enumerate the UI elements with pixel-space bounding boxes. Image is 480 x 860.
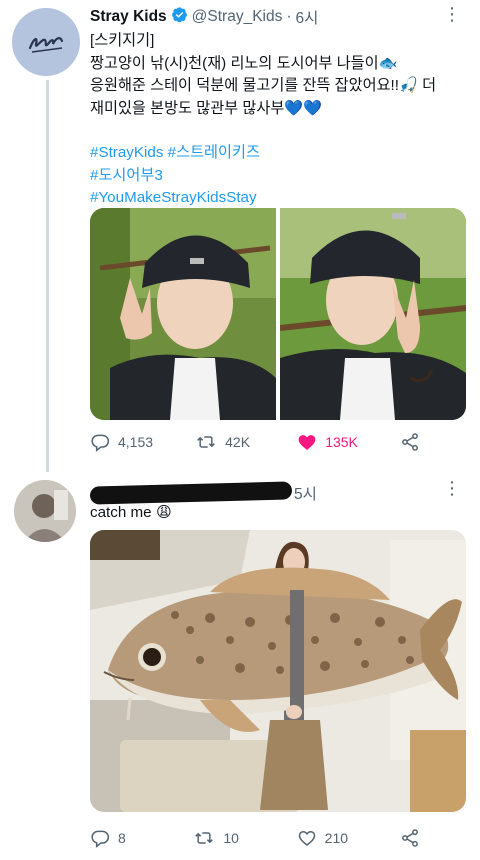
- retweet-button[interactable]: 10: [193, 828, 253, 848]
- separator-dot: ·: [286, 8, 292, 25]
- avatar-stray-kids[interactable]: [12, 8, 80, 76]
- reply-button[interactable]: 4,153: [90, 432, 153, 452]
- photo-left[interactable]: [90, 208, 276, 420]
- handle[interactable]: @Stray_Kids: [192, 8, 283, 26]
- like-button[interactable]: 210: [297, 828, 357, 848]
- tweet-header: Stray Kids @Stray_Kids · 6시: [90, 6, 318, 28]
- hashtag-link[interactable]: #도시어부3: [90, 165, 458, 188]
- hashtag-link[interactable]: #StrayKids #스트레이키즈: [90, 142, 458, 165]
- heart-filled-icon: [298, 435, 316, 450]
- tweet-line: 응원해준 스테이 덕분에 물고기를 잔뜩 잡았어요!!🎣 더: [90, 77, 437, 94]
- tweet-header: 5시: [89, 481, 317, 505]
- retweet-count: 10: [223, 830, 239, 846]
- retweet-icon: [195, 832, 214, 844]
- skz-logo-icon: [28, 37, 64, 53]
- reply-button[interactable]: 8: [90, 828, 150, 848]
- share-button[interactable]: [400, 432, 420, 452]
- like-button[interactable]: 135K: [297, 432, 358, 452]
- share-icon: [402, 829, 418, 847]
- like-count: 135K: [325, 434, 358, 450]
- share-button[interactable]: [400, 828, 420, 848]
- share-icon: [402, 433, 418, 451]
- tweet-time[interactable]: 5시: [294, 482, 317, 504]
- avatar-reply-user[interactable]: [14, 480, 76, 542]
- tweet-line: 재미있을 본방도 많관부 많사부💙💙: [90, 99, 323, 117]
- tweet-stray-kids[interactable]: Stray Kids @Stray_Kids · 6시 ⋮ [스키지기] 짱고양…: [0, 0, 480, 472]
- heart-outline-icon: [298, 830, 315, 847]
- tweet-media-photo[interactable]: [90, 530, 466, 812]
- like-count: 210: [324, 830, 349, 846]
- retweet-count: 42K: [225, 434, 251, 450]
- tweet-line: [스키지기]: [90, 32, 155, 49]
- photo-right[interactable]: [280, 208, 466, 420]
- tweet-media-grid[interactable]: [90, 208, 466, 420]
- hashtag-link[interactable]: #YouMakeStrayKidsStay: [90, 187, 458, 210]
- reply-icon: [91, 434, 110, 452]
- display-name[interactable]: Stray Kids: [90, 8, 167, 26]
- reply-icon: [91, 830, 110, 848]
- reply-count: 8: [118, 830, 126, 846]
- tweet-line: 짱고양이 낚(시)천(재) 리노의 도시어부 나들이🐟: [90, 54, 398, 72]
- retweet-icon: [197, 436, 215, 448]
- tweet-time[interactable]: 6시: [296, 6, 319, 28]
- thread-connector-line: [46, 80, 49, 472]
- verified-badge-icon: [171, 6, 188, 28]
- more-options-icon[interactable]: ⋮: [443, 478, 462, 499]
- tweet-actions: 8 10 210: [90, 828, 420, 848]
- more-options-icon[interactable]: ⋮: [443, 4, 462, 25]
- tweet-text: catch me 😩: [90, 504, 172, 521]
- tweet-text: [스키지기] 짱고양이 낚(시)천(재) 리노의 도시어부 나들이🐟 응원해준 …: [90, 30, 458, 210]
- tweet-reply[interactable]: 5시 ⋮ catch me 😩 8 10 210: [0, 470, 480, 860]
- reply-count: 4,153: [118, 434, 154, 450]
- tweet-actions: 4,153 42K 135K: [90, 432, 420, 452]
- retweet-button[interactable]: 42K: [195, 432, 255, 452]
